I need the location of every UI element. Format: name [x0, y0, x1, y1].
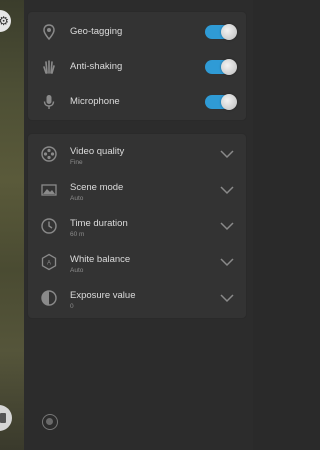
microphone-toggle[interactable]: [205, 94, 237, 110]
geo-tagging-toggle[interactable]: [205, 24, 237, 40]
chevron-down-icon[interactable]: [220, 149, 234, 159]
toggle-knob: [221, 59, 237, 75]
camera-settings-card: Video quality Fine Scene mode Auto Time …: [28, 134, 246, 318]
geo-tagging-row[interactable]: Geo-tagging: [28, 14, 246, 50]
exposure-value-label: Exposure value: [70, 290, 136, 301]
time-duration-label: Time duration: [70, 218, 128, 229]
toggle-knob: [221, 94, 237, 110]
film-reel-icon: [41, 146, 57, 162]
scene-mode-label: Scene mode: [70, 182, 124, 193]
anti-shaking-row[interactable]: Anti-shaking: [28, 49, 246, 85]
toggle-settings-card: Geo-tagging Anti-shaking Microphone: [28, 12, 246, 120]
landscape-icon: [41, 184, 57, 196]
settings-panel: Geo-tagging Anti-shaking Microphone Vide…: [24, 0, 253, 450]
anti-shaking-label: Anti-shaking: [70, 61, 123, 72]
microphone-row[interactable]: Microphone: [28, 84, 246, 120]
toggle-knob: [221, 24, 237, 40]
time-duration-row[interactable]: Time duration 60 m: [28, 208, 246, 244]
chevron-down-icon[interactable]: [220, 185, 234, 195]
camera-preview-strip: [0, 0, 24, 450]
hand-icon: [43, 60, 55, 74]
exposure-icon: [41, 290, 57, 306]
svg-text:A: A: [47, 261, 51, 267]
video-quality-label: Video quality: [70, 146, 125, 157]
chevron-down-icon[interactable]: [220, 221, 234, 231]
white-balance-row[interactable]: A White balance Auto: [28, 244, 246, 280]
camera-mode-icon[interactable]: [42, 414, 58, 430]
exposure-value-value: 0: [70, 303, 74, 310]
white-balance-value: Auto: [70, 267, 84, 274]
video-quality-row[interactable]: Video quality Fine: [28, 136, 246, 172]
geo-tagging-label: Geo-tagging: [70, 26, 123, 37]
location-pin-icon: [43, 24, 55, 41]
scene-mode-value: Auto: [70, 195, 84, 202]
exposure-value-row[interactable]: Exposure value 0: [28, 280, 246, 316]
white-balance-label: White balance: [70, 254, 131, 265]
chevron-down-icon[interactable]: [220, 257, 234, 267]
video-quality-value: Fine: [70, 159, 83, 166]
time-duration-value: 60 m: [70, 231, 85, 238]
chevron-down-icon[interactable]: [220, 293, 234, 303]
microphone-icon: [43, 95, 55, 109]
anti-shaking-toggle[interactable]: [205, 59, 237, 75]
white-balance-icon: A: [41, 253, 57, 271]
microphone-label: Microphone: [70, 96, 120, 107]
scene-mode-row[interactable]: Scene mode Auto: [28, 172, 246, 208]
clock-icon: [41, 218, 57, 234]
